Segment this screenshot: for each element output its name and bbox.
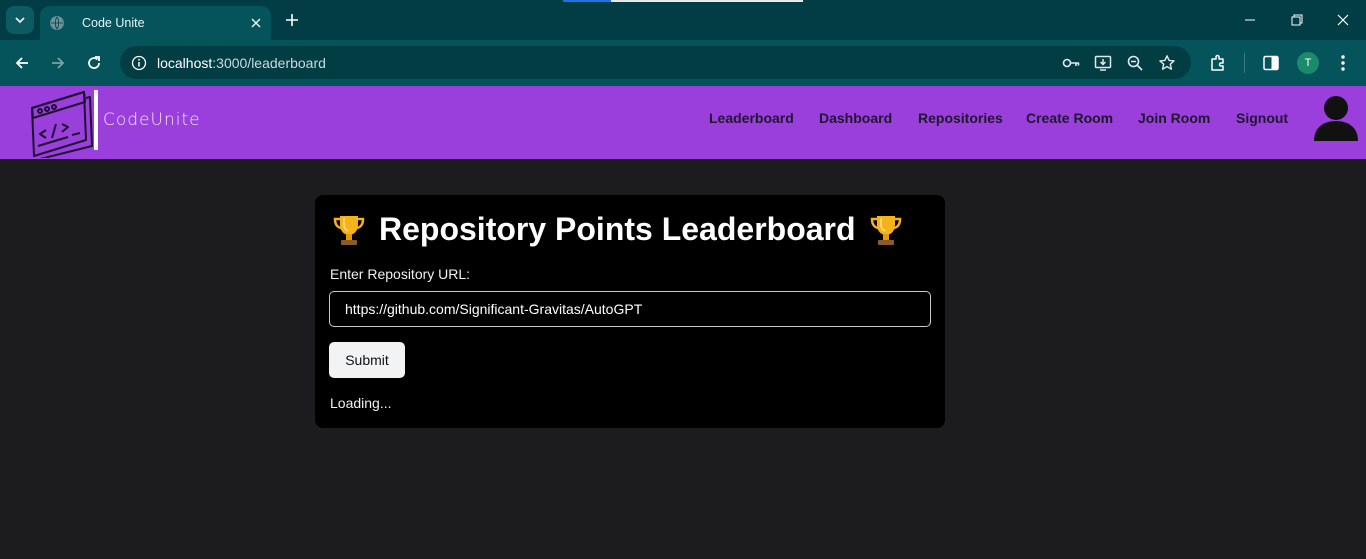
trophy-icon [870, 215, 901, 245]
nav-dashboard[interactable]: Dashboard [819, 110, 892, 126]
trophy-icon [333, 215, 365, 245]
side-panel-button[interactable] [1259, 51, 1283, 75]
app-navbar: CodeUnite Leaderboard Dashboard Reposito… [0, 86, 1366, 159]
loading-strip [563, 0, 803, 2]
site-info-button[interactable] [128, 52, 150, 74]
nav-create-room[interactable]: Create Room [1026, 110, 1113, 126]
url-text: localhost:3000/leaderboard [157, 55, 326, 71]
repository-url-input[interactable] [329, 291, 931, 327]
new-tab-button[interactable] [280, 8, 304, 32]
bookmark-button[interactable] [1156, 52, 1178, 74]
minimize-button[interactable] [1238, 8, 1262, 32]
close-icon [251, 18, 261, 28]
side-panel-icon [1263, 55, 1279, 71]
extensions-icon [1211, 54, 1224, 71]
zoom-button[interactable] [1124, 52, 1146, 74]
extensions-button[interactable] [1206, 51, 1230, 75]
reload-icon [88, 56, 100, 69]
forward-button[interactable] [46, 51, 70, 75]
forward-icon [52, 57, 65, 69]
url-host: localhost [157, 55, 213, 71]
minimize-icon [1245, 19, 1255, 21]
user-avatar-icon[interactable] [1312, 95, 1360, 141]
tab-title: Code Unite [82, 16, 145, 30]
plus-icon [286, 14, 298, 26]
browser-menu-button[interactable] [1331, 51, 1355, 75]
chevron-down-icon [15, 17, 25, 24]
back-icon [15, 57, 28, 69]
install-icon [1094, 55, 1112, 71]
nav-join-room[interactable]: Join Room [1138, 110, 1210, 126]
leaderboard-card: Repository Points Leaderboard Enter Repo… [315, 195, 945, 428]
address-bar[interactable]: localhost:3000/leaderboard [120, 46, 1191, 79]
nav-leaderboard[interactable]: Leaderboard [709, 110, 794, 126]
close-window-button[interactable] [1331, 8, 1355, 32]
app-logo-text[interactable]: CodeUnite [103, 110, 201, 130]
restore-icon [1291, 14, 1303, 26]
install-app-button[interactable] [1092, 52, 1114, 74]
loading-status: Loading... [330, 395, 392, 411]
repository-url-label: Enter Repository URL: [330, 266, 471, 282]
globe-icon [50, 16, 64, 30]
key-icon [1062, 58, 1080, 68]
url-path: :3000/leaderboard [212, 55, 326, 71]
zoom-icon [1127, 55, 1143, 71]
close-icon [1337, 14, 1349, 26]
code-window-logo-icon [31, 91, 93, 158]
submit-button[interactable]: Submit [329, 342, 405, 378]
nav-signout[interactable]: Signout [1236, 110, 1288, 126]
star-icon [1159, 55, 1175, 70]
restore-button[interactable] [1285, 8, 1309, 32]
browser-tab[interactable]: Code Unite [40, 6, 271, 40]
site-info-icon [131, 55, 147, 71]
toolbar-separator [1244, 53, 1245, 73]
nav-repositories[interactable]: Repositories [918, 110, 1003, 126]
reload-button[interactable] [82, 51, 106, 75]
page-title: Repository Points Leaderboard [379, 211, 856, 247]
tab-close-button[interactable] [245, 12, 267, 34]
tab-search-button[interactable] [6, 6, 34, 34]
leaderboard-heading: Repository Points Leaderboard [333, 211, 902, 248]
browser-tab-bar: Code Unite [0, 0, 1366, 40]
menu-icon [1341, 55, 1345, 71]
back-button[interactable] [10, 51, 34, 75]
password-button[interactable] [1060, 52, 1082, 74]
profile-avatar[interactable]: T [1297, 52, 1319, 74]
logo-divider [94, 90, 98, 150]
browser-toolbar: localhost:3000/leaderboard [0, 40, 1366, 86]
